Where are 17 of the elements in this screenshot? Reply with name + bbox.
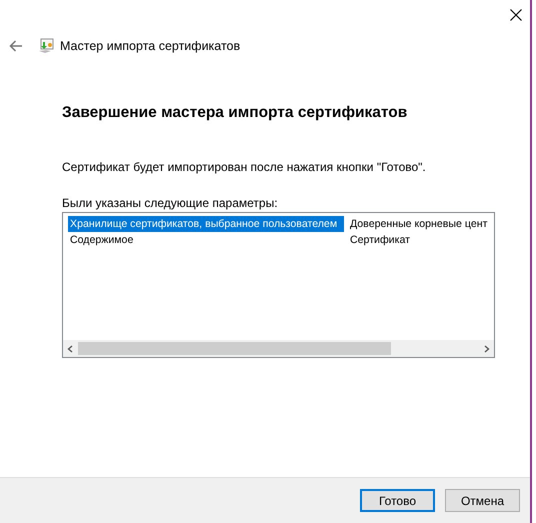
wizard-heading: Завершение мастера импорта сертификатов bbox=[62, 104, 408, 122]
certificate-import-icon bbox=[38, 38, 54, 54]
scroll-left-icon[interactable] bbox=[67, 344, 73, 352]
scroll-right-icon[interactable] bbox=[484, 344, 490, 352]
parameters-label: Были указаны следующие параметры: bbox=[62, 196, 279, 210]
parameter-name[interactable]: Содержимое bbox=[68, 232, 344, 248]
window-title: Мастер импорта сертификатов bbox=[60, 39, 240, 53]
parameter-value: Сертификат bbox=[349, 234, 410, 246]
parameter-name[interactable]: Хранилище сертификатов, выбранное пользователем bbox=[68, 216, 344, 232]
description-text: Сертификат будет импортирован после нажатия кнопки "Готово". bbox=[62, 160, 427, 174]
finish-button[interactable]: Готово bbox=[360, 489, 435, 512]
scrollbar-thumb[interactable] bbox=[78, 342, 391, 355]
horizontal-scrollbar[interactable] bbox=[63, 340, 494, 357]
close-icon[interactable] bbox=[510, 9, 522, 21]
parameter-value: Доверенные корневые цент bbox=[349, 218, 488, 230]
cancel-button[interactable]: Отмена bbox=[445, 489, 520, 512]
back-arrow-icon[interactable] bbox=[9, 40, 23, 52]
